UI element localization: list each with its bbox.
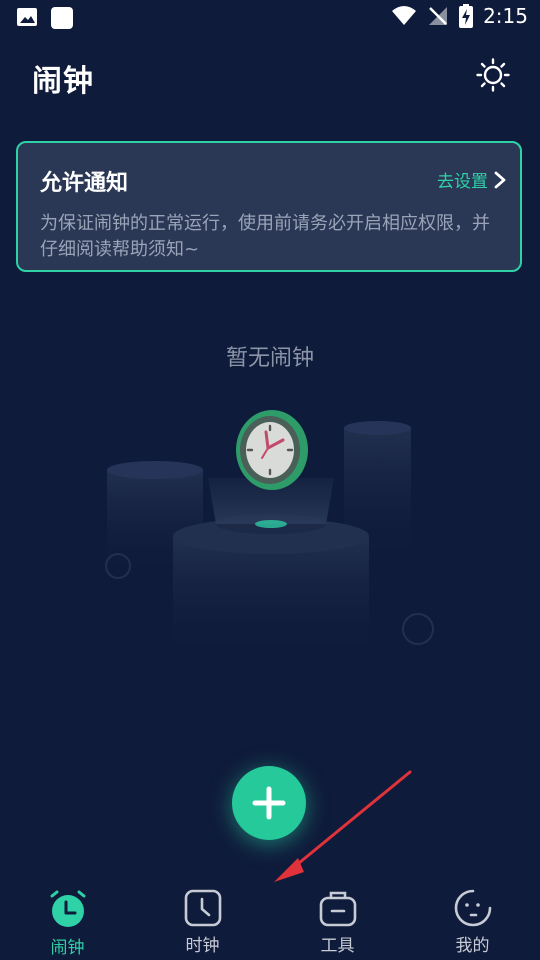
empty-state-text: 暂无闹钟 xyxy=(225,346,314,371)
battery-charging-icon xyxy=(459,4,474,28)
go-settings-label: 去设置 xyxy=(437,172,488,192)
nav-item-profile[interactable]: 我的 xyxy=(405,880,540,960)
empty-alarm-illustration xyxy=(105,410,434,660)
square-icon xyxy=(51,7,73,29)
status-time: 2:15 xyxy=(483,4,528,28)
sun-icon[interactable] xyxy=(476,58,510,92)
nav-item-tools[interactable]: 工具 xyxy=(270,880,405,960)
nav-item-alarm[interactable]: 闹钟 xyxy=(0,880,135,960)
image-icon xyxy=(17,8,37,26)
nav-label-tools: 工具 xyxy=(320,936,355,956)
nav-label-clock: 时钟 xyxy=(185,936,220,956)
profile-face-icon xyxy=(454,889,491,927)
status-bar: 2:15 xyxy=(0,0,540,36)
clock-icon xyxy=(236,410,308,490)
notice-title: 允许通知 xyxy=(40,171,129,196)
wifi-icon xyxy=(392,6,417,25)
nav-label-alarm: 闹钟 xyxy=(50,938,85,958)
app-header: 闹钟 xyxy=(0,48,540,108)
page-title: 闹钟 xyxy=(32,64,94,99)
toolbox-icon xyxy=(319,891,356,927)
chevron-right-icon xyxy=(494,171,506,188)
alarm-clock-icon xyxy=(50,890,85,927)
nav-label-profile: 我的 xyxy=(455,936,490,956)
clock-icon xyxy=(184,889,221,927)
notification-permission-card: 允许通知 去设置 为保证闹钟的正常运行，使用前请务必开启相应权限，并仔细阅读帮助… xyxy=(16,141,522,272)
bottom-navigation: 闹钟 时钟 工具 我的 xyxy=(0,880,540,960)
plus-icon xyxy=(252,786,286,820)
notice-description: 为保证闹钟的正常运行，使用前请务必开启相应权限，并仔细阅读帮助须知~ xyxy=(40,213,490,260)
go-settings-link[interactable]: 去设置 xyxy=(437,167,506,192)
no-signal-icon xyxy=(429,7,448,25)
nav-item-clock[interactable]: 时钟 xyxy=(135,880,270,960)
add-alarm-button[interactable] xyxy=(232,766,306,840)
